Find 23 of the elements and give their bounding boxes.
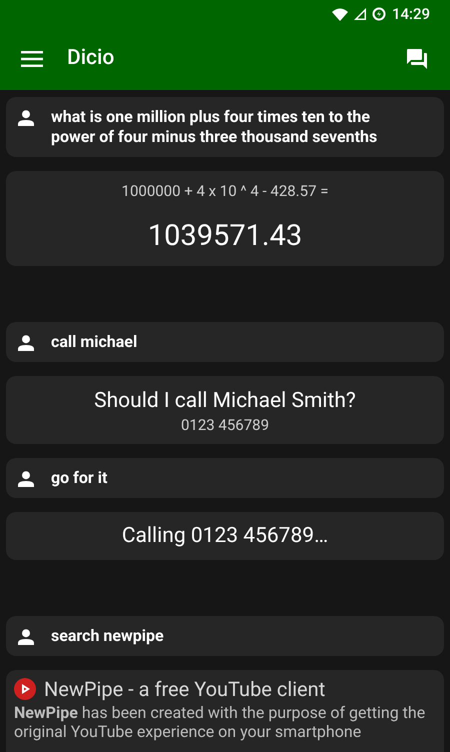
data-saver-icon [372,7,386,21]
expression-text: 1000000 + 4 x 10 ^ 4 - 428.57 = [122,181,328,202]
reply-text: Calling 0123 456789… [122,523,328,550]
query-text: call michael [51,332,138,352]
question-text: Should I call Michael Smith? [94,388,356,415]
person-icon [18,629,34,645]
play-logo-icon [14,678,36,700]
person-icon [18,110,34,126]
chat-icon [405,47,429,71]
result-text: 1039571.43 [148,218,302,255]
app-title: Dicio [67,45,114,72]
menu-icon [21,51,43,67]
clock-time: 14:29 [392,4,430,25]
query-text: what is one million plus four times ten to the power of four minus three thousand sevenths [51,107,378,147]
wifi-icon [332,8,348,20]
query-text: search newpipe [51,626,164,646]
person-icon [18,335,34,351]
signal-icon [354,8,366,20]
result-description: NewPipe has been created with the purpose of getting the original YouTube experience on your smartphone [14,703,426,741]
phone-number: 0123 456789 [180,415,270,435]
person-icon [18,471,34,487]
result-title[interactable]: NewPipe - a free YouTube client [44,676,326,702]
query-text: go for it [51,468,108,488]
